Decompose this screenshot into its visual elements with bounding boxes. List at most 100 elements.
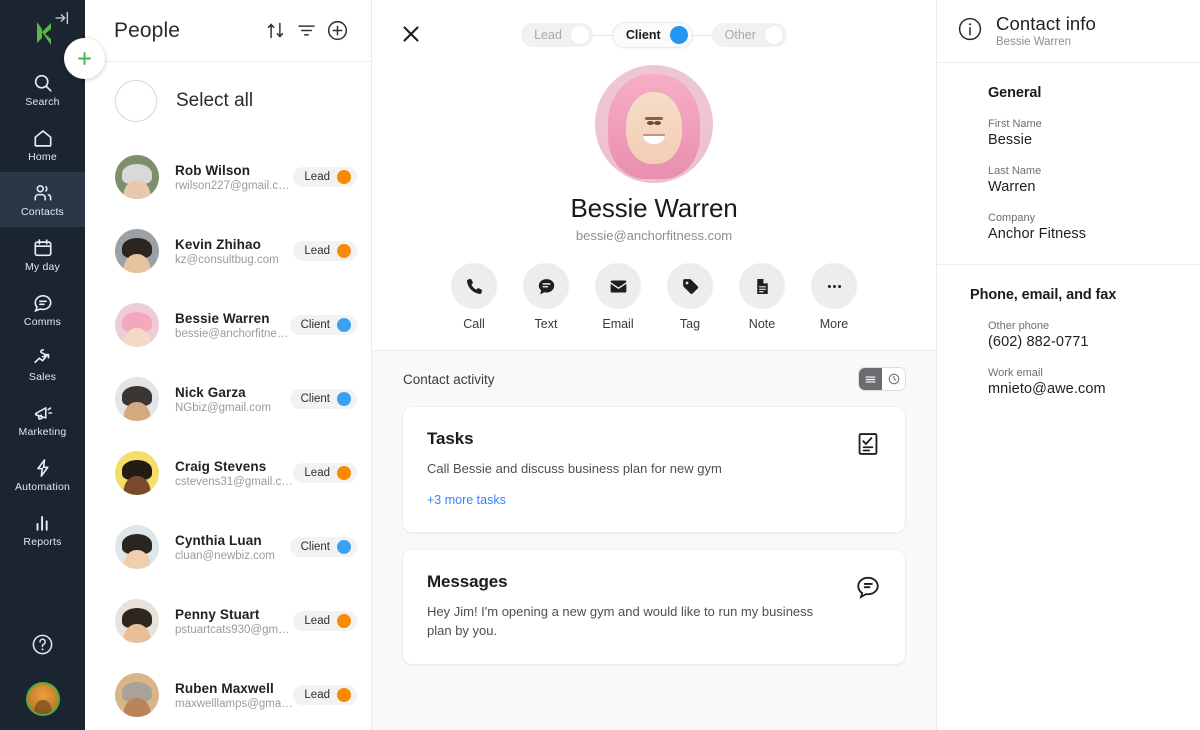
stage-toggle-lead[interactable]: Lead [521, 23, 593, 47]
note-button[interactable]: Note [734, 263, 790, 331]
people-panel: People Select all Rob Wilson rwilson227@… [85, 0, 372, 730]
ellipsis-icon [811, 263, 857, 309]
list-item-text: Rob Wilson rwilson227@gmail.com [159, 163, 293, 192]
search-icon [32, 72, 54, 94]
sidebar-item-label: My day [24, 260, 61, 273]
sort-arrows-icon[interactable] [260, 15, 291, 46]
sidebar-item-label: Contacts [20, 205, 65, 218]
sidebar-item-automation[interactable]: Automation [0, 447, 85, 502]
stage-toggle-other[interactable]: Other [711, 23, 787, 47]
info-field[interactable]: Company Anchor Fitness [988, 212, 1180, 242]
stage-toggle-knob [669, 26, 688, 44]
list-item[interactable]: Rob Wilson rwilson227@gmail.com Lead [85, 140, 371, 214]
status-badge-label: Client [300, 319, 330, 331]
add-contact-fab[interactable] [64, 38, 105, 79]
sidebar-item-comms[interactable]: Comms [0, 282, 85, 337]
activity-card[interactable]: Messages Hey Jim! I'm opening a new gym a… [403, 549, 905, 664]
activity-header: Contact activity [403, 351, 905, 407]
action-label: Call [463, 317, 485, 331]
lifecycle-stage-toggle: Lead Client Other [372, 23, 936, 47]
stage-toggle-label: Lead [534, 28, 562, 42]
status-badge[interactable]: Lead [293, 463, 357, 483]
info-section: General First Name Bessie Last Name Warren Co… [937, 63, 1200, 264]
more-button[interactable]: More [806, 263, 862, 331]
call-button[interactable]: Call [446, 263, 502, 331]
info-field-label: Other phone [988, 320, 1050, 332]
document-icon [739, 263, 785, 309]
tag-button[interactable]: Tag [662, 263, 718, 331]
action-label: Email [602, 317, 634, 331]
sidebar-item-label: Home [28, 150, 57, 163]
chat-icon [32, 292, 54, 314]
list-item[interactable]: Bessie Warrenbessie@anchorfitness.com Cli… [85, 288, 371, 362]
status-badge[interactable]: Client [289, 389, 357, 409]
contact-info-header: Contact info Bessie Warren [937, 0, 1200, 63]
status-badge[interactable]: Lead [293, 241, 357, 261]
action-label: Note [748, 317, 776, 331]
list-item-text: Craig Stevens cstevens31@gmail.com [159, 459, 293, 488]
sidebar-item-home[interactable]: Home [0, 117, 85, 172]
more-tasks-link[interactable]: +3 more tasks [427, 493, 506, 507]
list-view-icon[interactable] [859, 368, 882, 390]
status-dot [337, 540, 351, 554]
clock-view-icon[interactable] [882, 368, 905, 390]
info-section-list: General First Name Bessie Last Name Warren Co… [937, 63, 1200, 419]
select-all-checkbox[interactable] [115, 80, 157, 122]
contact-row-email: cluan@newbiz.com [175, 549, 275, 562]
contact-row-name: Rob Wilson [175, 162, 251, 178]
text-button[interactable]: Text [518, 263, 574, 331]
action-label: More [819, 317, 849, 331]
list-item[interactable]: Penny Stuartpstuartcats930@gmail.com Lead [85, 584, 371, 658]
info-field[interactable]: Other phone (602) 882-0771 [988, 320, 1180, 350]
status-badge[interactable]: Lead [293, 685, 357, 705]
activity-card[interactable]: Tasks Call Bessie and discuss business pl… [403, 407, 905, 532]
list-item[interactable]: Nick Garza NGbiz@gmail.com Client [85, 362, 371, 436]
sidebar-item-marketing[interactable]: Marketing [0, 392, 85, 447]
info-section-title: Phone, email, and fax [970, 287, 1117, 303]
activity-title: Contact activity [403, 371, 495, 387]
email-button[interactable]: Email [590, 263, 646, 331]
status-badge[interactable]: Lead [293, 167, 357, 187]
sidebar-item-reports[interactable]: Reports [0, 502, 85, 557]
info-field[interactable]: Work email mnieto@awe.com [988, 367, 1180, 397]
avatar [115, 303, 159, 347]
help-circle-icon[interactable] [0, 620, 85, 668]
status-badge[interactable]: Client [289, 315, 357, 335]
status-badge[interactable]: Lead [293, 611, 357, 631]
list-item[interactable]: Ruben Maxwellmaxwelllamps@gmail.com Lead [85, 658, 371, 730]
task-checklist-icon [855, 431, 881, 457]
contact-row-name: Cynthia Luan [175, 532, 262, 548]
list-item[interactable]: Craig Stevens cstevens31@gmail.com Lead [85, 436, 371, 510]
avatar [115, 451, 159, 495]
contact-row-email: maxwelllamps@gmail.com [175, 697, 293, 710]
info-field[interactable]: Last Name Warren [988, 165, 1180, 195]
activity-card-list: Tasks Call Bessie and discuss business pl… [403, 407, 905, 664]
list-item[interactable]: Cynthia Luan cluan@newbiz.com Client [85, 510, 371, 584]
info-section-title: General [988, 85, 1042, 101]
contact-detail-panel: Lead Client Other Bessie Warren bessie@anc… [372, 0, 936, 730]
photo-face [626, 92, 682, 165]
sidebar-item-contacts[interactable]: Contacts [0, 172, 85, 227]
status-badge[interactable]: Client [289, 537, 357, 557]
info-field[interactable]: First Name Bessie [988, 118, 1180, 148]
sidebar-item-sales[interactable]: Sales [0, 337, 85, 392]
people-scroll-area[interactable]: Select all Rob Wilson rwilson227@gmail.co… [85, 62, 371, 730]
plus-icon [78, 52, 91, 65]
status-badge-label: Lead [304, 467, 330, 479]
info-field-value: (602) 882-0771 [988, 334, 1089, 350]
list-item[interactable]: Kevin Zhihao kz@consultbug.com Lead [85, 214, 371, 288]
select-all-row[interactable]: Select all [85, 62, 371, 140]
keap-logo[interactable] [27, 18, 59, 50]
action-label: Tag [679, 317, 701, 331]
sidebar-item-label: Sales [28, 370, 57, 383]
stage-toggle-client[interactable]: Client [612, 23, 692, 47]
filter-icon[interactable] [291, 15, 322, 46]
plus-circle-icon[interactable] [322, 15, 353, 46]
activity-card-body: Call Bessie and discuss business plan fo… [427, 461, 722, 476]
contact-row-name: Bessie Warren [175, 310, 270, 326]
contact-row-name: Penny Stuart [175, 606, 260, 622]
avatar [115, 377, 159, 421]
contacts-icon [32, 182, 54, 204]
sidebar-item-my-day[interactable]: My day [0, 227, 85, 282]
user-avatar[interactable] [0, 668, 85, 730]
